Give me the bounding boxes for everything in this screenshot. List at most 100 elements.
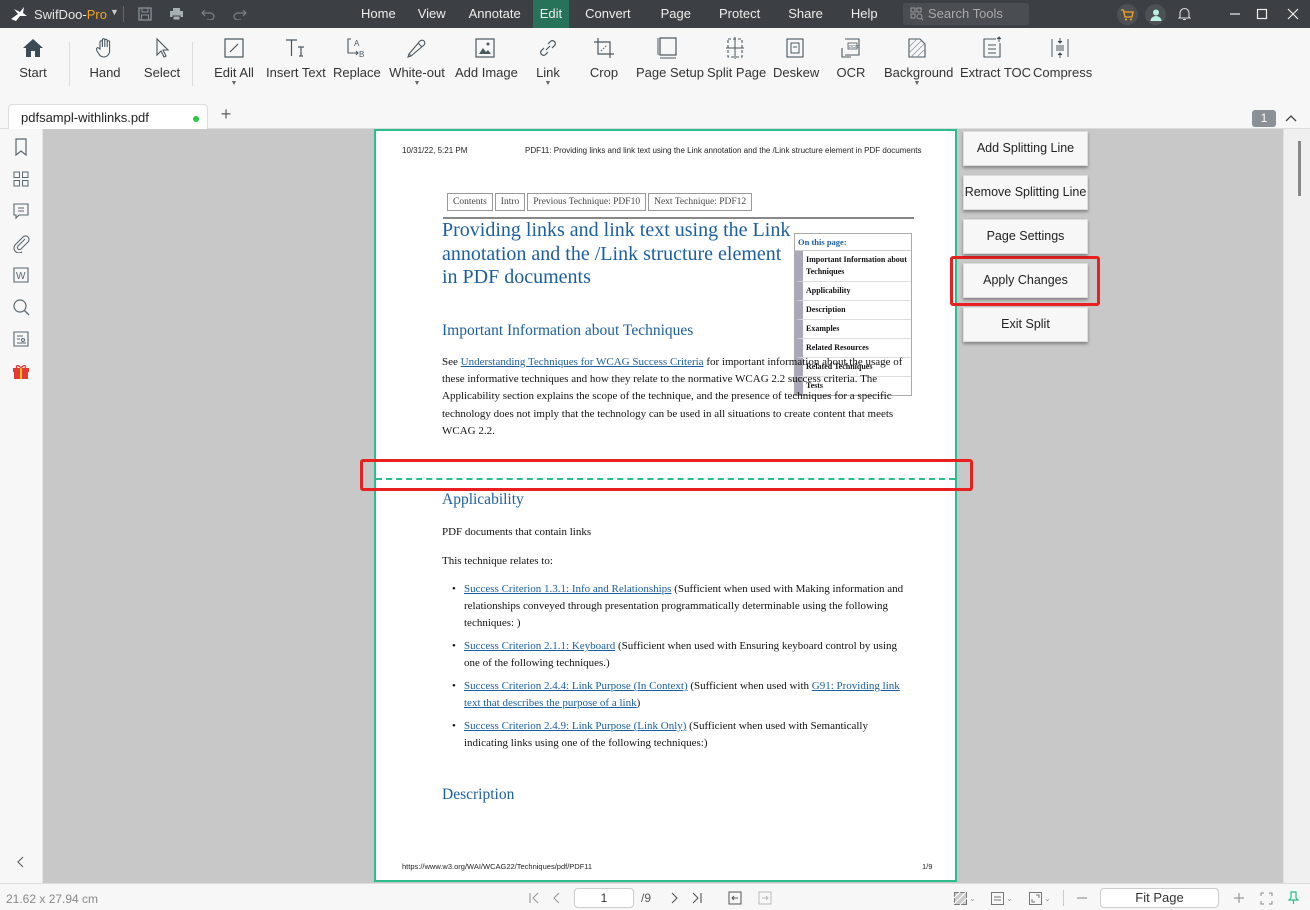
zoom-level-select[interactable]: Fit Page [1100,888,1219,908]
exit-split-button[interactable]: Exit Split [963,307,1088,342]
menu-view[interactable]: View [407,0,457,28]
tool-add-image[interactable]: Add Image [455,36,518,96]
tool-start[interactable]: Start [13,36,53,96]
dropdown-caret-icon[interactable]: ▼ [388,80,446,87]
tool-split-page[interactable]: Split Page [707,36,766,96]
cart-button[interactable] [1117,4,1138,25]
zoom-in-button[interactable] [1231,890,1247,906]
page-layout-button[interactable]: ⌄ [990,890,1014,906]
pin-icon[interactable] [1285,890,1301,906]
tool-crop[interactable]: Crop [586,36,622,96]
add-splitting-line-button[interactable]: Add Splitting Line [963,131,1088,166]
account-button[interactable] [1145,4,1166,25]
remove-splitting-line-button[interactable]: Remove Splitting Line [963,175,1088,210]
last-page-button[interactable] [689,890,705,906]
undo-icon[interactable] [199,5,217,23]
menu-convert[interactable]: Convert [569,0,647,28]
minimize-button[interactable] [1224,4,1246,24]
signature-icon[interactable] [11,329,31,349]
toc-item[interactable]: Applicability [795,282,911,301]
statusbar-divider [1063,890,1064,906]
criterion-link[interactable]: Success Criterion 1.3.1: Info and Relati… [464,583,671,595]
tool-deskew[interactable]: Deskew [773,36,819,96]
collapse-ribbon-icon[interactable] [1284,111,1298,125]
collapse-sidebar-icon[interactable] [14,855,28,869]
first-page-button[interactable] [526,890,542,906]
tool-link[interactable]: Link ▼ [531,36,565,96]
bookmark-icon[interactable] [11,137,31,157]
menu-annotate[interactable]: Annotate [457,0,533,28]
page-number-input[interactable]: 1 [574,888,634,908]
next-page-button[interactable] [666,890,682,906]
success-criteria-list: Success Criterion 1.3.1: Info and Relati… [442,581,912,758]
home-icon [23,39,43,57]
scrollbar-thumb[interactable] [1298,141,1301,196]
background-mode-button[interactable]: ⌄ [953,890,977,906]
print-icon[interactable] [167,5,185,23]
menu-help[interactable]: Help [837,0,892,28]
tool-edit-all[interactable]: Edit All ▼ [211,36,257,96]
search-tools-placeholder: Search Tools [928,6,1003,21]
back-view-button[interactable] [727,890,743,906]
nav-previous-link[interactable]: Previous Technique: PDF10 [527,193,647,211]
tool-page-setup[interactable]: Page Setup [636,36,704,96]
tool-white-out[interactable]: White-out ▼ [388,36,446,96]
search-tools-input[interactable]: Search Tools [903,3,1029,25]
menu-protect[interactable]: Protect [705,0,774,28]
brand-dropdown-icon[interactable]: ▼ [110,7,119,17]
tool-compress[interactable]: Compress [1033,36,1092,96]
tool-extract-toc[interactable]: Extract TOC [960,36,1031,96]
vertical-scrollbar[interactable] [1283,129,1310,883]
tool-label: Hand [89,65,121,80]
criterion-link[interactable]: Success Criterion 2.4.9: Link Purpose (L… [464,720,686,732]
view-mode-button[interactable]: ⌄ [1028,890,1052,906]
tool-hand[interactable]: Hand [85,36,125,96]
criterion-link[interactable]: Success Criterion 2.1.1: Keyboard [464,640,615,652]
nav-contents-link[interactable]: Contents [447,193,493,211]
zoom-out-button[interactable] [1074,890,1090,906]
apply-changes-button[interactable]: Apply Changes [963,263,1088,298]
toc-item[interactable]: Description [795,301,911,320]
tool-insert-text[interactable]: Insert Text [266,36,326,96]
nav-intro-link[interactable]: Intro [494,193,526,211]
maximize-button[interactable] [1251,4,1273,24]
menu-share[interactable]: Share [774,0,837,28]
background-icon [908,38,926,58]
toc-item[interactable]: Examples [795,320,911,339]
dropdown-caret-icon[interactable]: ▼ [884,80,950,87]
menu-edit[interactable]: Edit [532,0,570,28]
fullscreen-button[interactable] [1258,890,1274,906]
criterion-link[interactable]: Success Criterion 2.4.4: Link Purpose (I… [464,680,688,692]
close-button[interactable] [1282,4,1304,24]
tool-replace[interactable]: AB Replace [333,36,381,96]
app-brand[interactable]: SwifDoo-Pro [34,7,107,22]
tool-label: Insert Text [266,65,326,80]
forward-view-button[interactable] [757,890,773,906]
menu-home[interactable]: Home [350,0,407,28]
toc-item[interactable]: Important Information about Techniques [795,251,911,282]
tool-background[interactable]: Background ▼ [884,36,953,96]
gift-icon[interactable] [11,361,31,381]
understanding-techniques-link[interactable]: Understanding Techniques for WCAG Succes… [461,356,704,368]
add-tab-button[interactable]: + [218,105,234,123]
menu-page[interactable]: Page [647,0,705,28]
nav-next-link[interactable]: Next Technique: PDF12 [648,193,753,211]
page-settings-button[interactable]: Page Settings [963,219,1088,254]
save-icon[interactable] [136,5,154,23]
tool-select[interactable]: Select [142,36,182,96]
splitting-line[interactable] [376,478,955,480]
thumbnails-icon[interactable] [11,169,31,189]
previous-page-button[interactable] [549,890,565,906]
dropdown-caret-icon[interactable]: ▼ [211,80,257,87]
pdf-page[interactable]: 10/31/22, 5:21 PM PDF11: Providing links… [374,129,957,882]
search-icon[interactable] [11,297,31,317]
comments-icon[interactable] [11,201,31,221]
attachments-icon[interactable] [11,233,31,253]
bell-icon[interactable] [1175,5,1193,23]
tool-ocr[interactable]: OCR OCR [834,36,868,96]
titlebar-divider [123,6,124,22]
redo-icon[interactable] [231,5,249,23]
dropdown-caret-icon[interactable]: ▼ [531,80,565,87]
word-icon[interactable]: W [11,265,31,285]
document-tab[interactable]: pdfsampl-withlinks.pdf [8,104,208,129]
